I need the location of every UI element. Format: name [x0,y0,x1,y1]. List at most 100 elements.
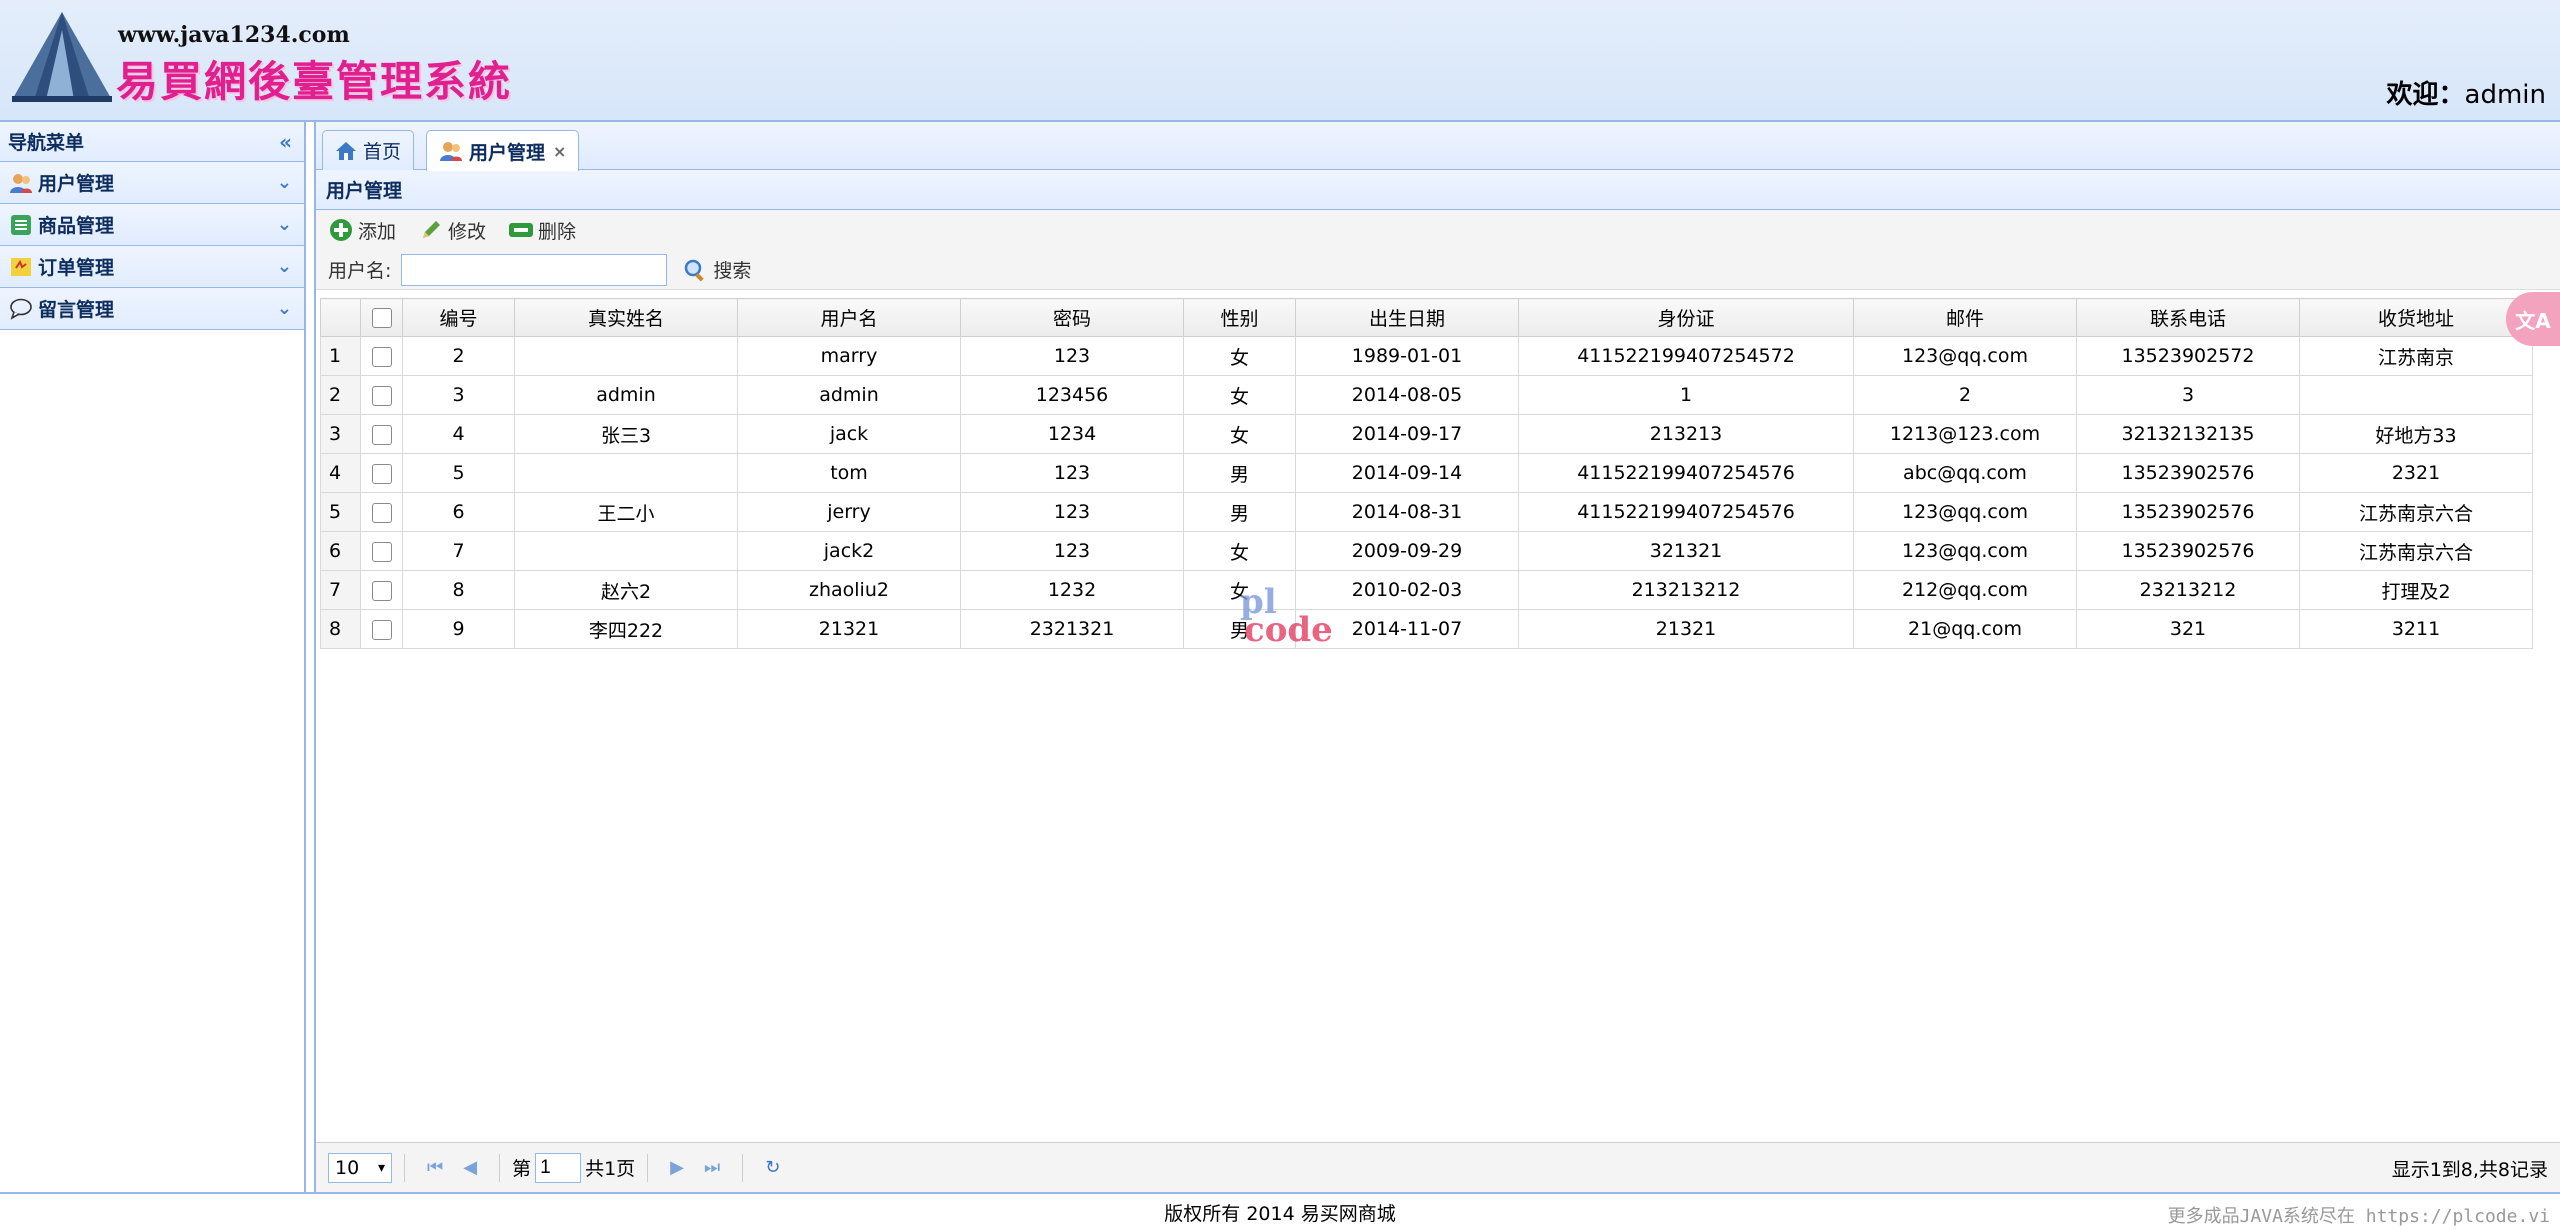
column-header[interactable]: 邮件 [1853,298,2077,337]
table-cell [514,336,738,376]
sidebar-item-messages[interactable]: 留言管理 ⌄ [0,288,304,330]
table-row[interactable]: 2 3 admin admin 123456 女 2014-08-05 1 2 3 [320,375,2533,415]
search-button[interactable]: 搜索 [683,256,751,283]
list-icon [8,213,34,237]
row-checkbox[interactable] [371,424,392,445]
table-cell: 2321 [2299,453,2533,493]
add-icon [328,217,354,243]
sidebar-item-products[interactable]: 商品管理 ⌄ [0,204,304,246]
table-row[interactable]: 1 2 marry 123 女 1989-01-01 411522199407254572 1… [320,336,2533,376]
row-checkbox[interactable] [371,385,392,406]
order-icon [8,255,34,279]
table-cell: 4 [402,414,515,454]
edit-label: 修改 [448,220,487,243]
row-number: 4 [320,453,361,493]
sidebar-item-users[interactable]: 用户管理 ⌄ [0,162,304,204]
translate-button[interactable]: 文A [2506,292,2560,346]
sidebar: 导航菜单 « 用户管理 ⌄ 商品管理 ⌄ 订单管理 ⌄ 留言管理 ⌄ [0,122,306,1192]
column-header[interactable]: 身份证 [1518,298,1854,337]
table-cell: 江苏南京六合 [2299,531,2533,571]
table-cell: 2014-08-05 [1295,375,1519,415]
username-search-input[interactable] [401,253,668,286]
row-checkbox[interactable] [371,502,392,523]
next-page-icon[interactable]: ▶ [670,1157,684,1178]
table-row[interactable]: 5 6 王二小 jerry 123 男 2014-08-31 4115221994072545… [320,492,2533,532]
sidebar-item-label: 留言管理 [38,299,115,321]
table-cell: admin [737,375,961,415]
row-checkbox[interactable] [371,619,392,640]
table-cell: 21321 [1518,609,1854,649]
table-cell: 江苏南京 [2299,336,2533,376]
select-all-checkbox[interactable] [371,308,392,328]
page-size-select[interactable]: 10 ▾ [328,1152,392,1183]
table-cell: 6 [402,492,515,532]
first-page-icon[interactable]: ⏮ [427,1157,443,1178]
table-cell: 李四222 [514,609,738,649]
table-cell: 13523902576 [2076,492,2300,532]
table-cell: 123 [960,453,1184,493]
refresh-icon[interactable]: ↻ [765,1157,780,1178]
table-cell: 123@qq.com [1853,336,2077,376]
table-cell: 女 [1183,336,1296,376]
delete-button[interactable]: 删除 [508,217,576,244]
column-header[interactable]: 真实姓名 [514,298,738,337]
row-select-cell [360,531,403,571]
table-cell: 32132132135 [2076,414,2300,454]
row-checkbox[interactable] [371,346,392,367]
add-button[interactable]: 添加 [328,217,396,244]
table-cell: 男 [1183,492,1296,532]
prev-page-icon[interactable]: ◀ [463,1157,477,1178]
table-cell: 13523902576 [2076,531,2300,571]
collapse-left-icon[interactable]: « [279,130,292,154]
chevron-down-icon: ⌄ [276,214,292,235]
row-checkbox[interactable] [371,580,392,601]
row-select-cell [360,570,403,610]
row-checkbox[interactable] [371,463,392,484]
welcome-username: admin [2464,80,2546,110]
table-row[interactable]: 3 4 张三3 jack 1234 女 2014-09-17 213213 1213@123.c… [320,414,2533,454]
page-size-value: 10 [335,1156,360,1179]
table-cell: 2014-08-31 [1295,492,1519,532]
table-cell: 张三3 [514,414,738,454]
column-header[interactable]: 收货地址 [2299,298,2533,337]
column-header[interactable]: 编号 [402,298,515,337]
edit-button[interactable]: 修改 [418,217,486,244]
close-icon[interactable]: × [553,142,566,161]
column-header[interactable]: 联系电话 [2076,298,2300,337]
column-header[interactable]: 性别 [1183,298,1296,337]
divider [404,1153,405,1182]
minus-icon [508,217,534,243]
table-cell: 213213 [1518,414,1854,454]
sidebar-item-orders[interactable]: 订单管理 ⌄ [0,246,304,288]
chevron-down-icon: ⌄ [276,298,292,319]
last-page-icon[interactable]: ⏭ [704,1157,720,1178]
table-row[interactable]: 8 9 李四222 21321 2321321 男 2014-11-07 21321 21@qq… [320,609,2533,649]
column-header[interactable]: 密码 [960,298,1184,337]
table-cell [2299,375,2533,415]
column-header[interactable]: 用户名 [737,298,961,337]
column-header[interactable]: 出生日期 [1295,298,1519,337]
table-cell: 打理及2 [2299,570,2533,610]
divider [499,1153,501,1182]
tab-strip: 首页 用户管理 × [316,122,2560,171]
table-cell: 王二小 [514,492,738,532]
table-row[interactable]: 4 5 tom 123 男 2014-09-14 411522199407254576 abc… [320,453,2533,493]
table-cell: 3 [402,375,515,415]
tab-label: 用户管理 [469,141,546,164]
translate-icon: 文A [2515,308,2551,333]
toolbar: 添加 修改 删除 [316,210,2560,250]
table-cell: 1232 [960,570,1184,610]
site-url: www.java1234.com [118,22,350,48]
sidebar-item-label: 商品管理 [38,215,115,237]
search-icon [683,258,707,282]
table-cell: 8 [402,570,515,610]
table-cell: 2014-09-17 [1295,414,1519,454]
table-row[interactable]: 7 8 赵六2 zhaoliu2 1232 女 2010-02-03 213213212 212… [320,570,2533,610]
tab-home[interactable]: 首页 [322,130,415,170]
tab-user-management[interactable]: 用户管理 × [426,130,580,171]
table-cell: 赵六2 [514,570,738,610]
row-checkbox[interactable] [371,541,392,562]
pager-info: 显示1到8,共8记录 [2391,1159,2548,1181]
table-row[interactable]: 6 7 jack2 123 女 2009-09-29 321321 123@qq.com 135… [320,531,2533,571]
page-number-input[interactable] [535,1152,582,1183]
